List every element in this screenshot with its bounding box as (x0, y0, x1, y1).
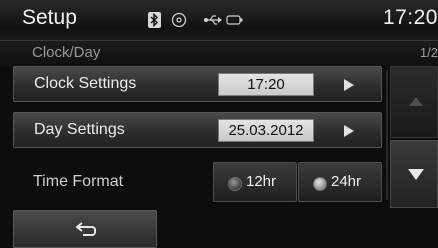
chevron-right-icon (344, 79, 354, 91)
chevron-right-icon (344, 125, 354, 137)
battery-icon (224, 12, 246, 28)
setup-screen: Setup 17:20 Clock/Day 1/2 Clock Settings… (0, 0, 438, 248)
subheader-bar: Clock/Day 1/2 (0, 41, 438, 66)
header-bar: Setup 17:20 (0, 0, 438, 41)
arrow-down-icon (408, 169, 424, 180)
scroll-up-button[interactable] (390, 66, 438, 138)
page-indicator: 1/2 (419, 45, 438, 60)
back-button[interactable] (13, 210, 157, 248)
back-arrow-icon (75, 222, 96, 236)
day-settings-value: 25.03.2012 (218, 119, 314, 142)
radio-label-12hr: 12hr (246, 173, 277, 190)
bluetooth-icon (148, 12, 161, 28)
clock-display: 17:20 (382, 6, 438, 29)
radio-label-24hr: 24hr (331, 173, 362, 190)
arrow-up-icon (409, 97, 423, 106)
radio-dot-selected-icon (313, 177, 327, 191)
disc-icon (171, 12, 187, 28)
divider (386, 70, 388, 200)
usb-icon (202, 12, 224, 28)
clock-settings-label: Clock Settings (34, 75, 137, 92)
day-settings-label: Day Settings (34, 121, 125, 138)
day-settings-button[interactable]: Day Settings 25.03.2012 (13, 112, 382, 148)
time-format-24hr-radio[interactable]: 24hr (298, 162, 382, 202)
time-format-12hr-radio[interactable]: 12hr (213, 162, 297, 202)
page-title: Setup (22, 6, 77, 29)
clock-settings-value: 17:20 (218, 73, 314, 96)
radio-dot-icon (228, 177, 242, 191)
clock-settings-button[interactable]: Clock Settings 17:20 (13, 66, 382, 102)
scroll-down-button[interactable] (390, 140, 438, 208)
section-title: Clock/Day (32, 44, 101, 61)
time-format-label: Time Format (33, 173, 124, 190)
